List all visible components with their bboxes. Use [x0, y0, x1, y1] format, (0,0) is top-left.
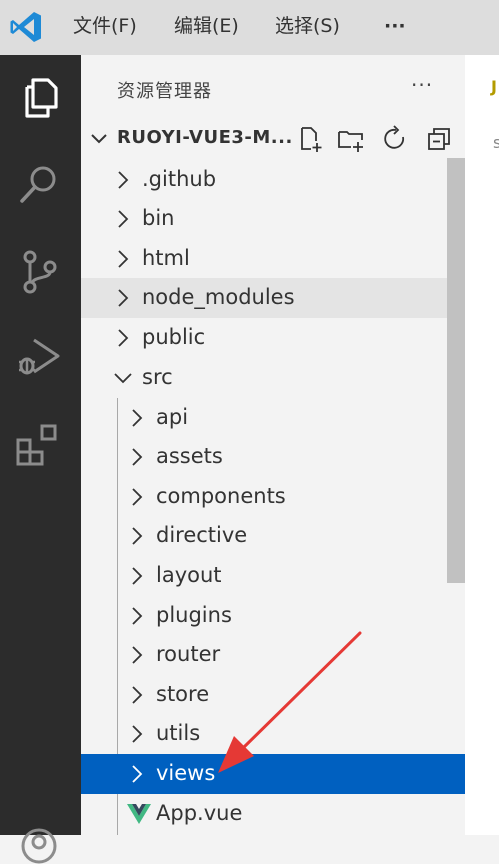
explorer-icon[interactable] [12, 71, 66, 125]
project-header[interactable]: RUOYI-VUE3-M... [81, 119, 465, 159]
activity-bar [0, 55, 81, 864]
tree-item-label: App.vue [156, 801, 243, 825]
tree-item-node-modules[interactable]: node_modules [81, 278, 465, 318]
tree-item-src[interactable]: src [81, 358, 465, 398]
tree-item-utils[interactable]: utils [81, 714, 465, 754]
chevron-right-icon [132, 488, 143, 506]
tree-item-layout[interactable]: layout [81, 556, 465, 596]
new-file-icon[interactable] [297, 125, 325, 153]
tree-item-label: api [156, 405, 189, 429]
collapse-all-icon[interactable] [425, 125, 453, 153]
chevron-right-icon [132, 646, 143, 664]
chevron-right-icon [132, 527, 143, 545]
chevron-down-icon [114, 373, 132, 384]
chevron-right-icon [132, 765, 143, 783]
new-folder-icon[interactable] [337, 125, 365, 153]
tree-item-label: assets [156, 444, 223, 468]
tree-item-label: utils [156, 721, 201, 745]
tree-item-label: views [156, 761, 216, 785]
chevron-right-icon [132, 607, 143, 625]
chevron-right-icon [132, 448, 143, 466]
source-control-icon[interactable] [12, 245, 66, 299]
tree-item-html[interactable]: html [81, 239, 465, 279]
editor-line-text: s [493, 133, 499, 152]
tree-item-label: src [142, 365, 173, 389]
menu-file[interactable]: 文件(F) [73, 13, 137, 39]
chevron-right-icon [132, 567, 143, 585]
chevron-right-icon [118, 171, 129, 189]
chevron-right-icon [118, 289, 129, 307]
chevron-right-icon [132, 686, 143, 704]
editor-tab-label[interactable]: J [491, 77, 497, 96]
scrollbar-thumb[interactable] [447, 158, 465, 583]
tree-item-router[interactable]: router [81, 635, 465, 675]
menu-selection[interactable]: 选择(S) [275, 13, 340, 39]
tree-item-assets[interactable]: assets [81, 437, 465, 477]
menu-edit[interactable]: 编辑(E) [174, 13, 239, 39]
title-bar: 文件(F) 编辑(E) 选择(S) ··· [0, 0, 499, 55]
run-debug-icon[interactable] [12, 330, 66, 384]
extensions-icon[interactable] [12, 417, 66, 471]
editor-area: J s [465, 55, 499, 835]
chevron-right-icon [118, 250, 129, 268]
tree-item-views[interactable]: views [81, 754, 465, 794]
vscode-logo-icon [10, 12, 41, 42]
tree-item-label: directive [156, 523, 248, 547]
tree-item-public[interactable]: public [81, 318, 465, 358]
chevron-right-icon [132, 725, 143, 743]
explorer-sidebar: 资源管理器 ··· RUOYI-VUE3-M... .github bin ht… [81, 55, 465, 835]
explorer-title: 资源管理器 [117, 81, 212, 102]
tree-item-label: node_modules [142, 285, 295, 309]
tree-item-components[interactable]: components [81, 477, 465, 517]
explorer-more-button[interactable]: ··· [411, 73, 433, 97]
project-name: RUOYI-VUE3-M... [117, 127, 293, 148]
tree-item-label: router [156, 642, 221, 666]
tree-item-bin[interactable]: bin [81, 199, 465, 239]
accounts-icon[interactable] [12, 810, 66, 864]
tree-item-label: .github [142, 167, 217, 191]
menu-more-button[interactable]: ··· [384, 13, 406, 39]
tree-item-label: public [142, 325, 206, 349]
refresh-icon[interactable] [381, 125, 409, 153]
search-icon[interactable] [12, 158, 66, 212]
tree-item-plugins[interactable]: plugins [81, 596, 465, 636]
tree-item-github[interactable]: .github [81, 160, 465, 200]
tree-item-label: bin [142, 206, 175, 230]
chevron-down-icon [91, 134, 107, 144]
tree-item-store[interactable]: store [81, 675, 465, 715]
chevron-right-icon [118, 329, 129, 347]
tree-item-label: store [156, 682, 210, 706]
tree-item-label: components [156, 484, 286, 508]
chevron-right-icon [132, 409, 143, 427]
tree-item-label: layout [156, 563, 222, 587]
chevron-right-icon [118, 210, 129, 228]
tree-item-label: html [142, 246, 190, 270]
tree-item-app-vue[interactable]: App.vue [81, 794, 465, 834]
tree-item-api[interactable]: api [81, 398, 465, 438]
vue-file-icon [127, 804, 151, 824]
tree-item-directive[interactable]: directive [81, 516, 465, 556]
tree-item-label: plugins [156, 603, 232, 627]
